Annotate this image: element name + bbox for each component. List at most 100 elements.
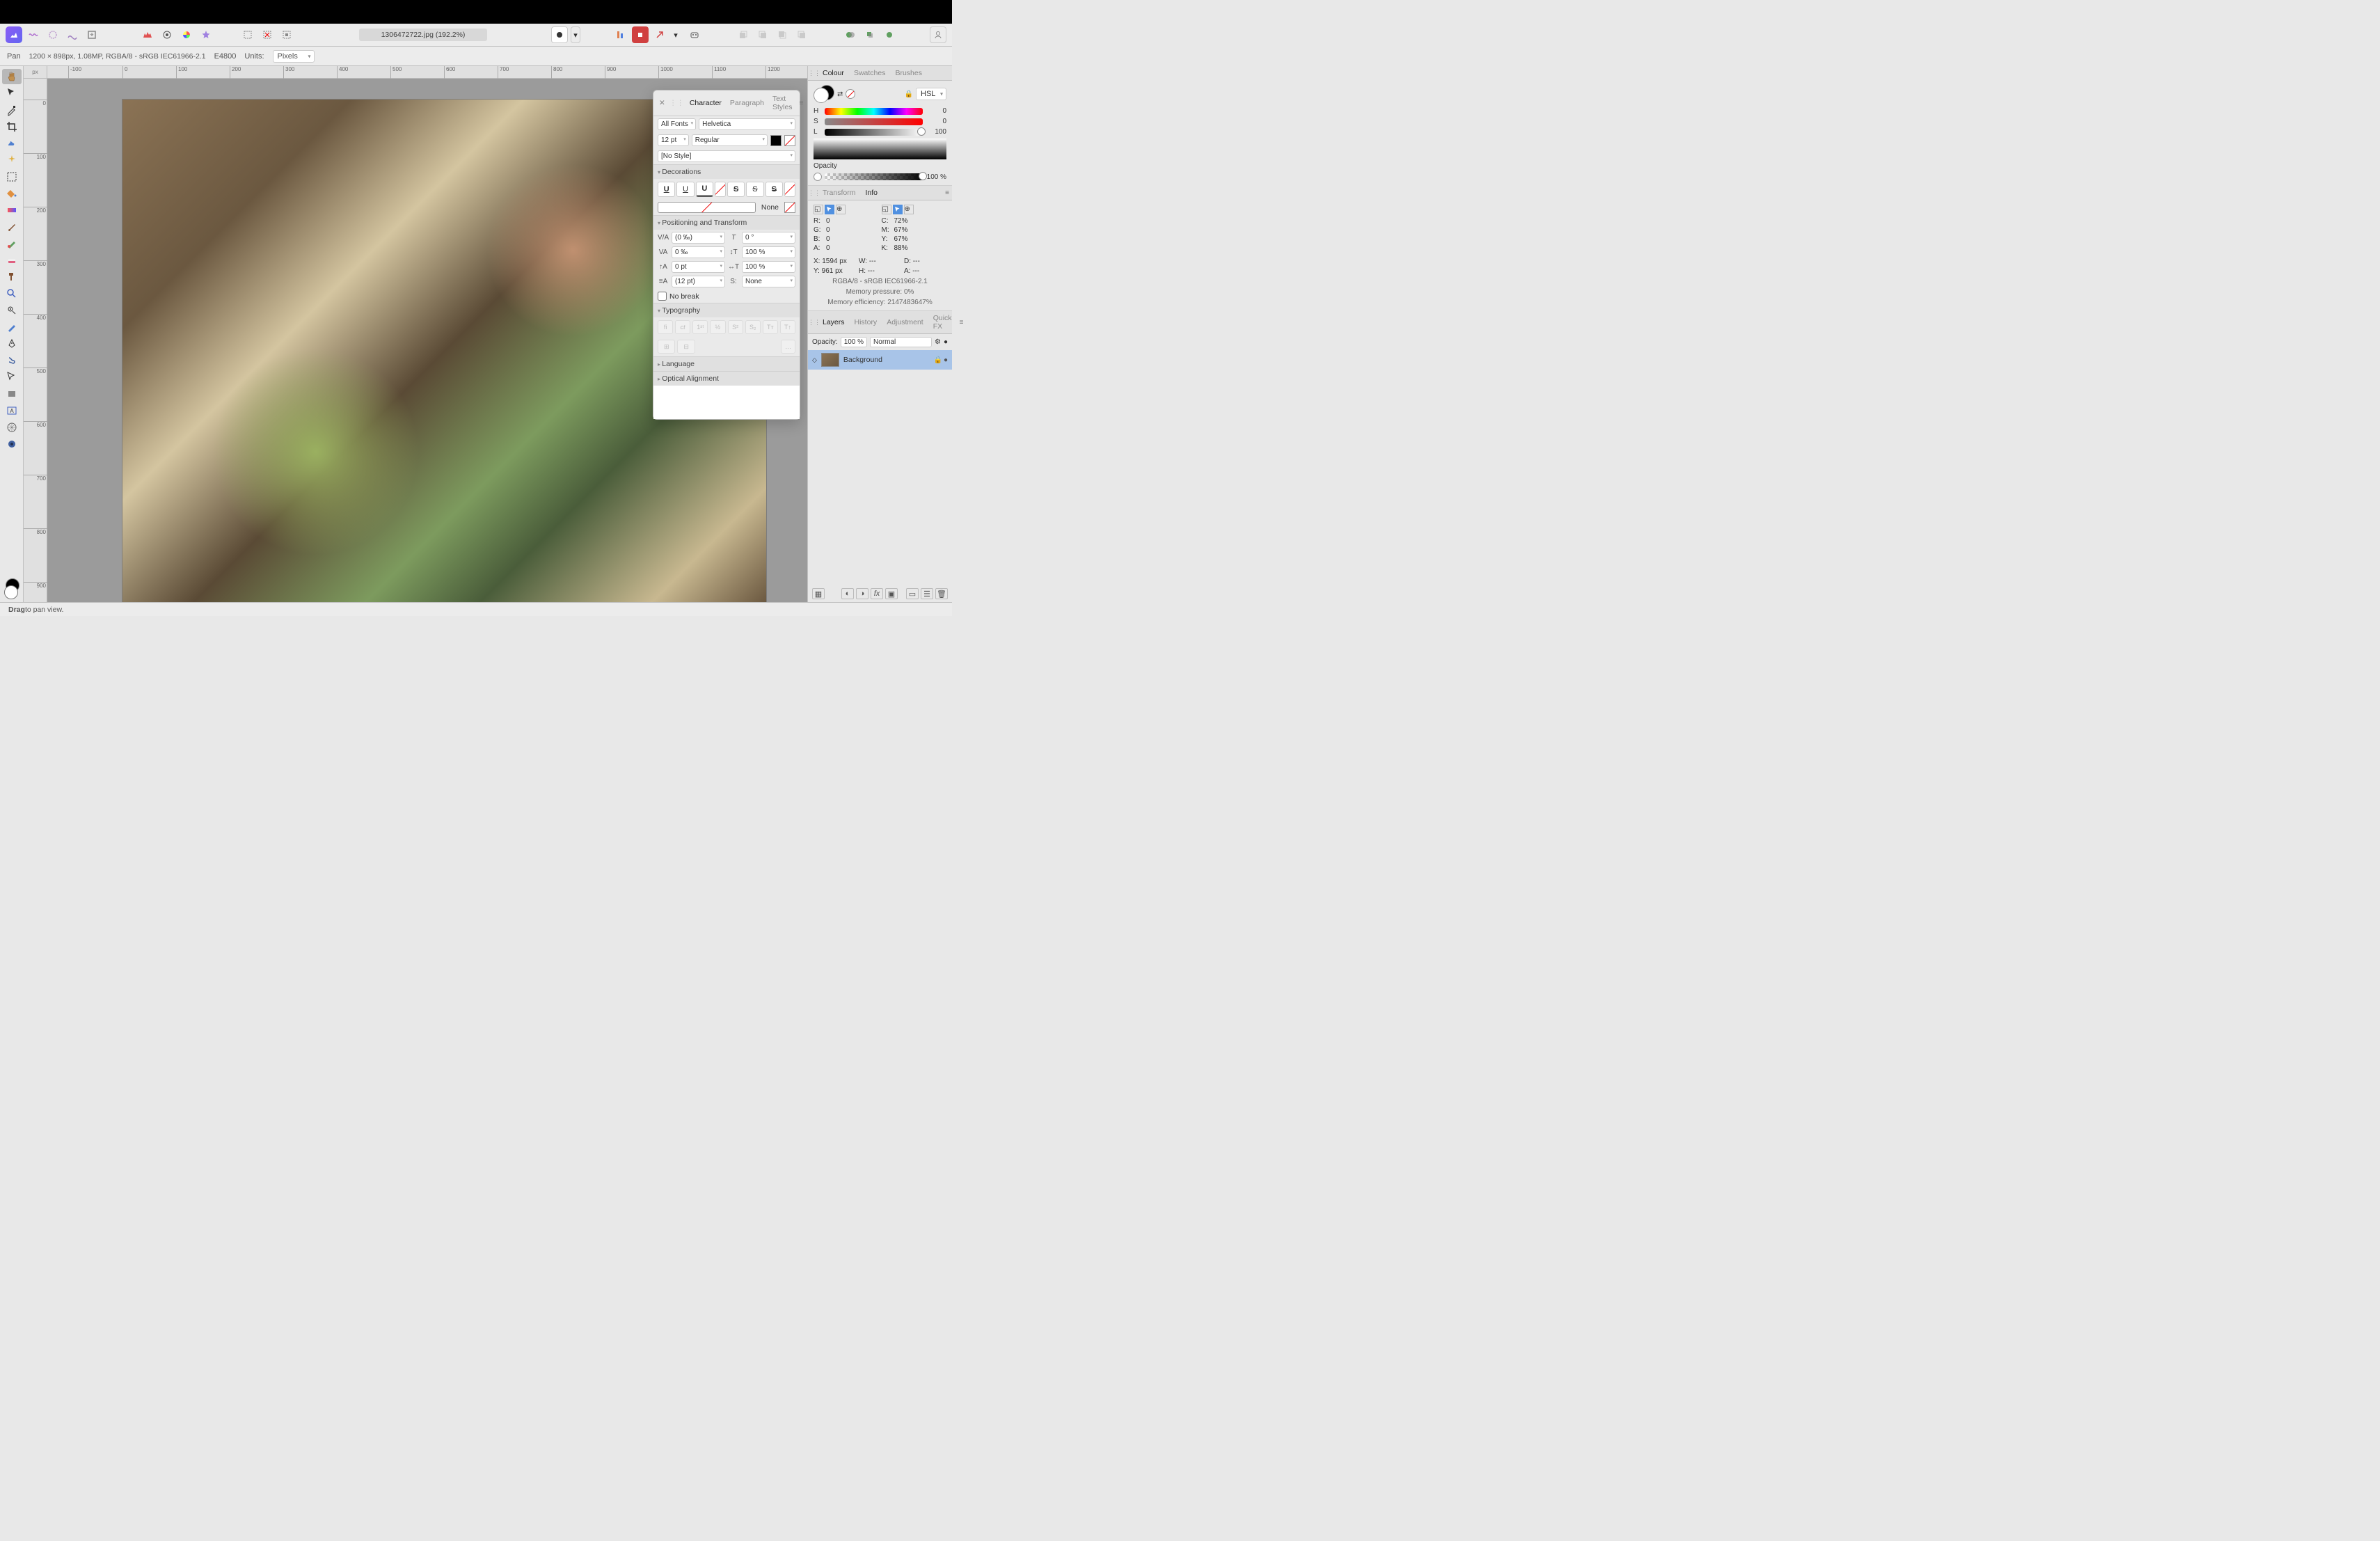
inpaint-tool[interactable] xyxy=(2,319,22,335)
language-section[interactable]: Language xyxy=(653,356,800,371)
colour-lock-icon[interactable]: 🔒 xyxy=(905,90,913,98)
layer-mask-icon[interactable]: ▦ xyxy=(812,588,825,599)
erase-tool[interactable] xyxy=(2,253,22,268)
arrange-menu-button[interactable]: ▾ xyxy=(671,26,681,43)
font-size-field[interactable]: 12 pt xyxy=(658,134,689,146)
double-strike-button[interactable]: S xyxy=(765,182,783,197)
leading-field[interactable]: (12 pt) xyxy=(672,276,725,287)
zoom-tool[interactable] xyxy=(2,286,22,301)
arrange-button[interactable] xyxy=(651,26,668,43)
typo-more-button[interactable]: … xyxy=(781,340,795,354)
quickfx-tab[interactable]: Quick FX xyxy=(928,311,957,333)
layer-fx-icon[interactable]: ⚙ xyxy=(935,338,941,346)
layer-add-icon[interactable]: ☰ xyxy=(921,588,933,599)
info-picker-1-target[interactable]: ⊕ xyxy=(836,205,846,214)
tracking-field[interactable]: 0 ‰ xyxy=(672,246,725,258)
vscale-field[interactable]: 100 % xyxy=(742,261,795,273)
text-tool[interactable]: A xyxy=(2,403,22,418)
fill-tool[interactable] xyxy=(2,186,22,201)
positioning-section[interactable]: Positioning and Transform xyxy=(653,215,800,230)
layer-opacity-field[interactable]: 100 % xyxy=(841,337,867,347)
subscript-button[interactable]: S₂ xyxy=(745,320,761,334)
shear-field[interactable]: 0 ° xyxy=(742,232,795,244)
canvas-area[interactable]: px -100010020030040050060070080090010001… xyxy=(24,66,807,602)
mask-menu-button[interactable]: ▾ xyxy=(571,26,580,43)
color-picker-tool[interactable] xyxy=(2,102,22,118)
strike-color-none[interactable] xyxy=(784,182,795,197)
panel-menu-icon[interactable]: ≡ xyxy=(942,189,952,197)
quick-mask-button[interactable] xyxy=(551,26,568,43)
snap-3-button[interactable] xyxy=(881,26,898,43)
underline2-button[interactable]: U xyxy=(676,182,694,197)
snap-button[interactable] xyxy=(842,26,859,43)
layers-tab[interactable]: Layers xyxy=(818,315,850,329)
layer-group-icon[interactable]: ▭ xyxy=(906,588,919,599)
info-tab[interactable]: Info xyxy=(860,186,882,200)
pen-tool[interactable] xyxy=(2,336,22,351)
layer-visible-icon[interactable]: ● xyxy=(944,338,948,346)
tone-map-persona-button[interactable] xyxy=(64,26,81,43)
text-stroke-swatch[interactable] xyxy=(784,135,795,146)
saturation-slider[interactable] xyxy=(825,118,923,125)
selection-add-button[interactable] xyxy=(239,26,256,43)
hue-slider[interactable] xyxy=(825,108,923,115)
character-panel[interactable]: ✕ ⋮⋮ Character Paragraph Text Styles ≡ A… xyxy=(653,90,800,420)
strikethrough-button[interactable]: S xyxy=(727,182,745,197)
photo-persona-button[interactable] xyxy=(6,26,22,43)
distribute-button[interactable] xyxy=(632,26,649,43)
panel-grip-icon[interactable]: ⋮⋮ xyxy=(808,70,818,77)
assistant-button[interactable] xyxy=(686,26,703,43)
units-select[interactable]: Pixels xyxy=(273,50,315,63)
swatches-tab[interactable]: Swatches xyxy=(849,66,891,80)
panel-grip-icon[interactable]: ⋮⋮ xyxy=(808,189,818,197)
light-value[interactable]: 100 xyxy=(927,128,946,136)
auto-button[interactable] xyxy=(198,26,214,43)
underline-button[interactable]: U xyxy=(658,182,675,197)
ligature-button[interactable]: fi xyxy=(658,320,673,334)
swap-colours-icon[interactable]: ⇄ xyxy=(837,90,843,98)
crop-tool[interactable] xyxy=(2,119,22,134)
brushes-tab[interactable]: Brushes xyxy=(890,66,927,80)
info-picker-2-icon[interactable]: ◱ xyxy=(882,205,891,214)
panel-grip-icon[interactable]: ⋮⋮ xyxy=(668,99,685,107)
text-style-select[interactable]: [No Style] xyxy=(658,150,795,162)
panel-grip-icon[interactable]: ⋮⋮ xyxy=(808,319,818,326)
layer-vis-icon[interactable]: ● xyxy=(944,356,948,364)
adjustment-tab[interactable]: Adjustment xyxy=(882,315,928,329)
node-tool[interactable] xyxy=(2,370,22,385)
hue-value[interactable]: 0 xyxy=(927,107,946,115)
selection-clear-button[interactable] xyxy=(259,26,276,43)
align-button[interactable] xyxy=(612,26,629,43)
pan-tool[interactable] xyxy=(2,69,22,84)
color-swatches[interactable] xyxy=(4,578,19,599)
layer-crop-icon[interactable]: ▣ xyxy=(885,588,898,599)
move-tool[interactable] xyxy=(2,86,22,101)
font-weight-select[interactable]: Regular xyxy=(692,134,768,146)
layer-live-icon[interactable]: fx xyxy=(871,588,883,599)
info-picker-1-icon[interactable]: ◱ xyxy=(814,205,823,214)
layer-adjust-icon[interactable]: ◐ xyxy=(841,588,854,599)
history-tab[interactable]: History xyxy=(850,315,882,329)
none-colour-icon[interactable] xyxy=(846,89,855,99)
panel-menu-icon[interactable]: ≡ xyxy=(957,319,967,326)
layer-fx-icon[interactable]: ◑ xyxy=(856,588,868,599)
color-wheel-button[interactable] xyxy=(178,26,195,43)
scope-button[interactable] xyxy=(159,26,175,43)
strikethrough2-button[interactable]: S xyxy=(746,182,763,197)
text-fill-swatch[interactable] xyxy=(770,135,782,146)
view-tool[interactable] xyxy=(2,436,22,452)
develop-persona-button[interactable] xyxy=(45,26,61,43)
dodge-tool[interactable] xyxy=(2,303,22,318)
layer-name[interactable]: Background xyxy=(843,356,882,364)
selection-brush-tool[interactable] xyxy=(2,136,22,151)
font-family-select[interactable]: Helvetica xyxy=(699,118,795,130)
allcaps-button[interactable]: T↑ xyxy=(780,320,795,334)
clone-tool[interactable] xyxy=(2,269,22,285)
account-button[interactable] xyxy=(930,26,946,43)
no-break-checkbox[interactable] xyxy=(658,292,667,301)
colour-tab[interactable]: Colour xyxy=(818,66,849,80)
paragraph-tab[interactable]: Paragraph xyxy=(726,96,768,110)
layer-toggle-icon[interactable]: ◇ xyxy=(812,356,817,364)
lightness-slider[interactable] xyxy=(825,129,923,136)
leading-override-field[interactable]: None xyxy=(742,276,795,287)
